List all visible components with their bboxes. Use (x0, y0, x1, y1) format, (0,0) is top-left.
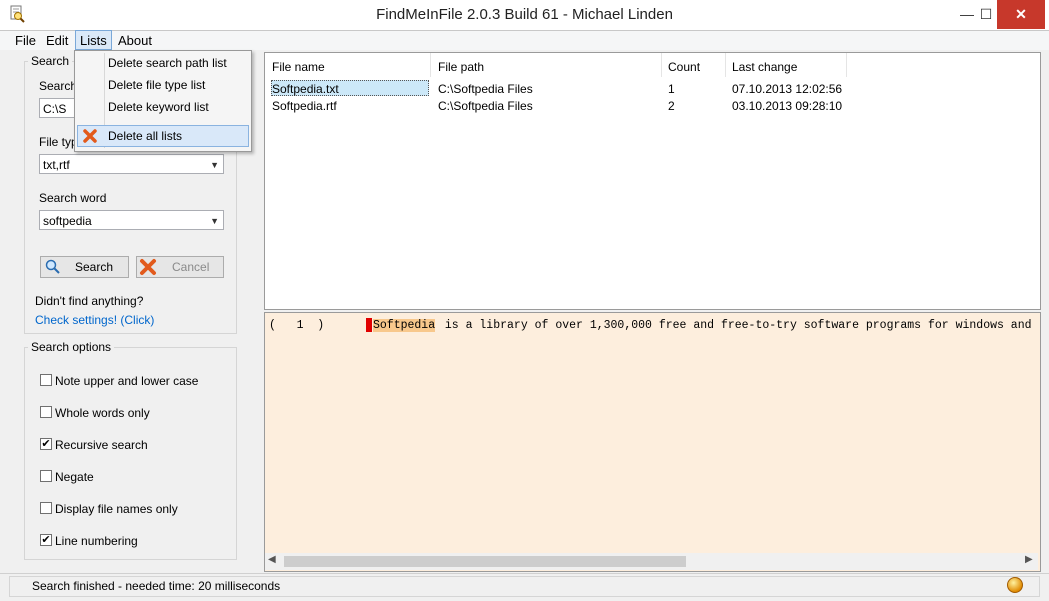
row1-file-path[interactable]: C:\Softpedia Files (438, 82, 533, 96)
option-label-whole-words[interactable]: Whole words only (55, 406, 150, 420)
cancel-button-label: Cancel (172, 260, 210, 274)
menu-edit[interactable]: Edit (42, 31, 72, 50)
option-checkbox-filenames-only[interactable] (40, 502, 52, 514)
option-checkbox-whole-words[interactable] (40, 406, 52, 418)
preview-highlight: Softpedia (373, 319, 436, 332)
scroll-left-icon[interactable]: ◀ (268, 554, 276, 565)
option-checkbox-recursive[interactable]: ✔ (40, 438, 52, 450)
column-header-last-change[interactable]: Last change (726, 53, 847, 77)
menu-lists[interactable]: Lists (75, 30, 112, 50)
row2-last-change[interactable]: 03.10.2013 09:28:10 (732, 99, 842, 113)
option-label-recursive[interactable]: Recursive search (55, 438, 148, 452)
maximize-button[interactable]: ☐ (975, 0, 997, 29)
magnifier-icon (45, 259, 61, 281)
search-options-title: Search options (28, 340, 115, 354)
title-bar: FindMeInFile 2.0.3 Build 61 - Michael Li… (0, 0, 1049, 31)
check-settings-link[interactable]: Check settings! (Click) (35, 313, 154, 327)
horizontal-scrollbar[interactable]: ◀ ▶ (265, 553, 1038, 570)
lists-dropdown-menu: Delete search path list Delete file type… (74, 50, 252, 152)
menu-item-delete-keyword-list[interactable]: Delete keyword list (77, 97, 247, 118)
file-type-label: File typ (39, 135, 78, 149)
option-label-line-numbering[interactable]: Line numbering (55, 534, 138, 548)
preview-pane[interactable]: ( 1 ) Softpedia is a library of over 1,3… (264, 312, 1041, 572)
option-label-case[interactable]: Note upper and lower case (55, 374, 198, 388)
menu-item-delete-all-lists[interactable]: Delete all lists (77, 126, 247, 147)
search-button-label: Search (75, 260, 114, 274)
column-header-count[interactable]: Count (662, 53, 726, 77)
search-word-dropdown[interactable]: softpedia ▼ (39, 210, 224, 230)
close-button[interactable]: ✕ (997, 0, 1045, 29)
search-path-input[interactable]: C:\S (39, 98, 79, 118)
menu-file[interactable]: File (11, 31, 40, 50)
file-type-value: txt,rtf (43, 158, 70, 172)
status-indicator-icon (1006, 576, 1024, 597)
file-type-dropdown[interactable]: txt,rtf ▼ (39, 154, 224, 174)
results-list[interactable]: File name File path Count Last change So… (264, 52, 1041, 310)
scroll-right-icon[interactable]: ▶ (1025, 554, 1033, 565)
preview-line-number: ( 1 ) (269, 319, 325, 332)
line-marker (366, 318, 372, 332)
menu-item-delete-search-path-list[interactable]: Delete search path list (77, 53, 247, 74)
chevron-down-icon[interactable]: ▼ (210, 155, 219, 175)
row2-file-name[interactable]: Softpedia.rtf (272, 99, 337, 113)
status-text: Search finished - needed time: 20 millis… (32, 579, 281, 593)
search-path-label: Search (39, 79, 78, 93)
window-title: FindMeInFile 2.0.3 Build 61 - Michael Li… (376, 6, 673, 23)
no-results-hint: Didn't find anything? (35, 294, 144, 308)
option-label-negate[interactable]: Negate (55, 470, 94, 484)
search-button[interactable]: Search (40, 256, 129, 278)
search-word-value: softpedia (43, 214, 92, 228)
row1-count[interactable]: 1 (668, 82, 675, 96)
status-bar: Search finished - needed time: 20 millis… (0, 573, 1049, 601)
preview-text: is a library of over 1,300,000 free and … (438, 319, 1032, 332)
row1-file-name[interactable]: Softpedia.txt (272, 82, 339, 96)
column-header-file-name[interactable]: File name (266, 53, 431, 77)
option-checkbox-negate[interactable] (40, 470, 52, 482)
search-word-label: Search word (39, 191, 107, 205)
column-header-file-path[interactable]: File path (432, 53, 662, 77)
chevron-down-icon[interactable]: ▼ (210, 211, 219, 231)
row2-count[interactable]: 2 (668, 99, 675, 113)
menu-bar: File Edit Lists About (0, 30, 1049, 50)
row1-last-change[interactable]: 07.10.2013 12:02:56 (732, 82, 842, 96)
search-group-title: Search (28, 54, 73, 68)
cancel-icon (139, 258, 157, 282)
scrollbar-thumb[interactable] (284, 556, 686, 567)
menu-item-delete-file-type-list[interactable]: Delete file type list (77, 75, 247, 96)
option-label-filenames-only[interactable]: Display file names only (55, 502, 178, 516)
row2-file-path[interactable]: C:\Softpedia Files (438, 99, 533, 113)
option-checkbox-line-numbering[interactable]: ✔ (40, 534, 52, 546)
option-checkbox-case[interactable] (40, 374, 52, 386)
menu-about[interactable]: About (114, 31, 156, 50)
cancel-button[interactable]: Cancel (136, 256, 224, 278)
